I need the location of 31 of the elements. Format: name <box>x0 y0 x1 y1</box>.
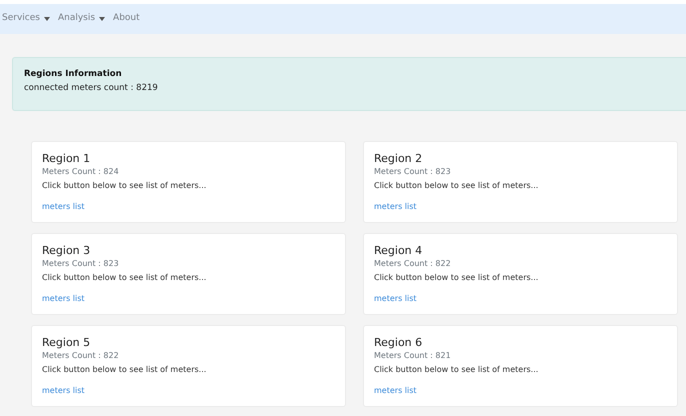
nav-link[interactable]: Analysis <box>58 12 106 26</box>
info-text: connected meters count : 8219 <box>24 82 159 94</box>
region-hint: Click button below to see list of meters... <box>42 180 208 192</box>
meters-count: Meters Count : 822 <box>42 350 120 362</box>
caret-icon <box>99 17 106 21</box>
meters-list-link[interactable]: meters list <box>374 385 417 397</box>
region-hint: Click button below to see list of meters... <box>42 272 208 284</box>
region-title: Region 5 <box>42 336 92 350</box>
region-title: Region 2 <box>374 152 424 166</box>
region-title: Region 1 <box>42 152 92 166</box>
meters-list-link[interactable]: meters list <box>374 293 417 305</box>
meters-list-link[interactable]: meters list <box>42 385 85 397</box>
region-hint: Click button below to see list of meters... <box>42 364 208 376</box>
meters-count: Meters Count : 824 <box>42 166 120 178</box>
region-hint: Click button below to see list of meters... <box>374 180 540 192</box>
region-title: Region 4 <box>374 244 424 258</box>
region-title: Region 3 <box>42 244 92 258</box>
meters-count: Meters Count : 823 <box>374 166 452 178</box>
info-title: Regions Information <box>24 68 123 81</box>
caret-icon <box>44 17 50 21</box>
region-title: Region 6 <box>374 336 424 350</box>
meters-list-link[interactable]: meters list <box>42 201 85 213</box>
region-hint: Click button below to see list of meters... <box>374 364 540 376</box>
meters-list-link[interactable]: meters list <box>374 201 417 213</box>
region-hint: Click button below to see list of meters... <box>374 272 540 284</box>
nav-link[interactable]: Services <box>2 12 50 26</box>
meters-list-link[interactable]: meters list <box>42 293 85 305</box>
meters-count: Meters Count : 822 <box>374 258 452 270</box>
meters-count: Meters Count : 821 <box>374 350 452 362</box>
nav-link[interactable]: About <box>113 12 140 26</box>
meters-count: Meters Count : 823 <box>42 258 120 270</box>
